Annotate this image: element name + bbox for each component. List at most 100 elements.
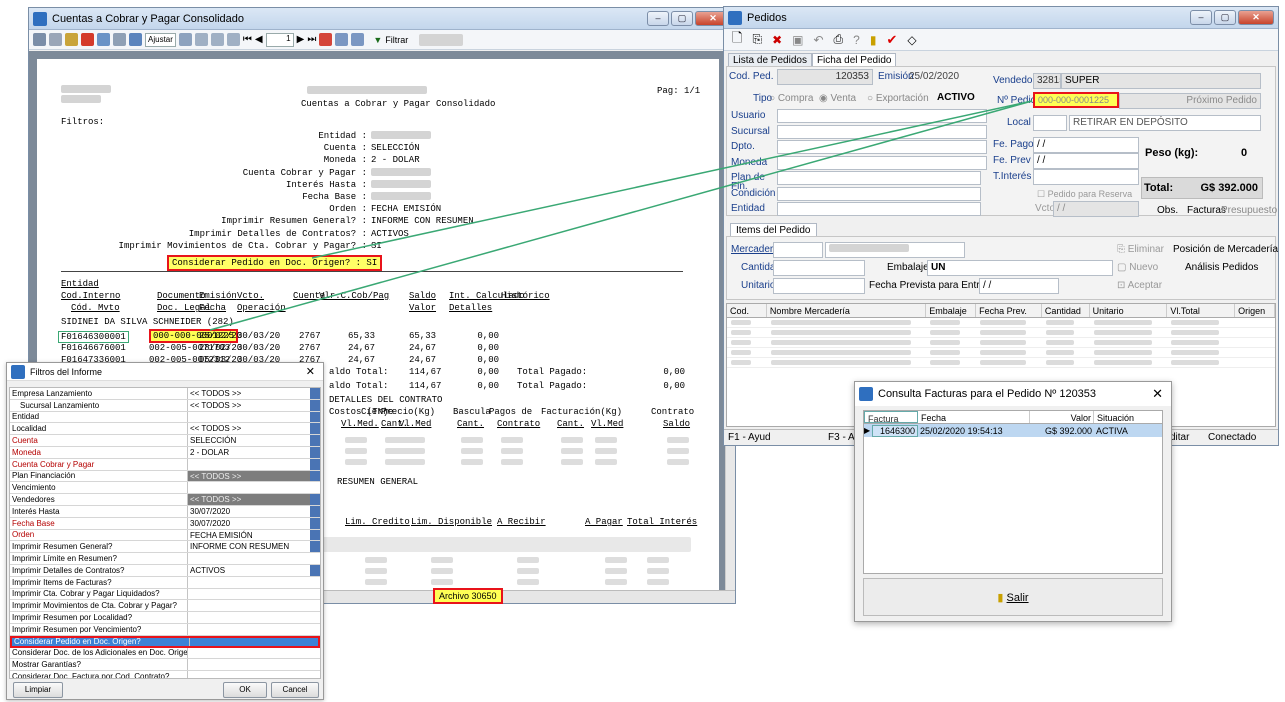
filter-row[interactable]: Mostrar Garantías? [10, 659, 320, 672]
grid-row[interactable] [727, 328, 1275, 338]
nro-pedido-field[interactable]: 000-000-0001225 [1033, 92, 1119, 108]
nuevo-button[interactable]: ▢ Nuevo [1117, 262, 1158, 273]
print-icon[interactable] [33, 33, 46, 46]
salir-button[interactable]: ▮ Salir [863, 578, 1163, 616]
pedido-left-field[interactable] [777, 109, 987, 123]
delete-icon[interactable]: ✖ [772, 33, 782, 47]
dropdown-arrow-icon[interactable] [310, 564, 320, 576]
new-icon[interactable]: 🗋 [732, 29, 742, 51]
first-page-icon[interactable]: ⏮ [243, 34, 252, 45]
filter-row[interactable]: Considerar Pedido en Doc. Origen? [10, 635, 320, 648]
dropdown-arrow-icon[interactable] [310, 423, 320, 435]
last-page-icon[interactable]: ⏭ [307, 34, 316, 45]
filter-row[interactable]: Orden FECHA EMISIÓN [10, 529, 320, 542]
dropdown-arrow-icon[interactable] [310, 411, 320, 423]
filter-row[interactable]: Entidad [10, 411, 320, 424]
stop-icon[interactable] [319, 33, 333, 46]
grid-row[interactable] [727, 318, 1275, 328]
minimize-button[interactable]: – [647, 11, 669, 26]
multi-pages-icon[interactable] [226, 33, 240, 46]
email-icon[interactable] [97, 33, 110, 46]
aceptar-button[interactable]: ⊡ Aceptar [1117, 280, 1162, 291]
two-pages-icon[interactable] [210, 33, 224, 46]
close-button[interactable]: ✕ [1238, 10, 1274, 25]
check-icon[interactable]: ✔ [886, 32, 897, 48]
dropdown-arrow-icon[interactable] [310, 399, 320, 411]
filter-row[interactable]: Imprimir Movimientos de Cta. Cobrar y Pa… [10, 600, 320, 613]
next-page-icon[interactable]: ▶ [297, 34, 305, 45]
dropdown-arrow-icon[interactable] [310, 505, 320, 517]
page-input[interactable]: 1 [265, 32, 294, 47]
dropdown-arrow-icon[interactable] [310, 458, 320, 470]
filter-row[interactable]: Interés Hasta 30/07/2020 [10, 505, 320, 518]
cod-ped-field[interactable]: 120353 [777, 69, 873, 85]
pedido-left-field[interactable] [777, 155, 987, 170]
tinteres-field[interactable] [1033, 169, 1139, 185]
pedido-left-field[interactable] [777, 186, 981, 201]
radio-compra[interactable]: ○ Compra [769, 93, 813, 104]
filter-row[interactable]: Localidad << TODOS >> [10, 423, 320, 436]
export-icon[interactable] [65, 33, 78, 46]
minimize-button[interactable]: – [1190, 10, 1212, 25]
zoom-out-icon[interactable] [178, 33, 192, 46]
maximize-button[interactable]: ▢ [671, 11, 693, 26]
pedido-left-field[interactable] [777, 140, 987, 154]
copy-icon[interactable] [335, 33, 349, 46]
presupuesto-label[interactable]: Presupuesto [1221, 205, 1277, 216]
obs-label[interactable]: Obs. [1157, 205, 1178, 216]
pedido-left-field[interactable] [777, 202, 981, 216]
posicion-mercaderia-link[interactable]: Posición de Mercadería [1173, 244, 1278, 255]
reserva-checkbox[interactable]: ☐ Pedido para Reserva [1037, 189, 1132, 200]
mercaderia-code[interactable] [773, 242, 823, 258]
ok-button[interactable]: OK [223, 682, 267, 698]
filter-row[interactable]: Imprimir Resumen por Vencimiento? [10, 623, 320, 636]
grid-row[interactable] [727, 348, 1275, 358]
zoom-select[interactable]: Ajustar [145, 32, 176, 47]
exit-icon[interactable]: ▮ [870, 33, 877, 47]
vcto-field[interactable]: / / [1053, 201, 1139, 217]
mercaderia-name[interactable] [825, 242, 965, 258]
maximize-button[interactable]: ▢ [1214, 10, 1236, 25]
copy-icon[interactable]: ⎘ [752, 32, 762, 47]
filter-row[interactable]: Cuenta SELECCIÓN [10, 435, 320, 447]
filter-row[interactable]: Empresa Lanzamiento << TODOS >> [10, 388, 320, 400]
filter-row[interactable]: Cuenta Cobrar y Pagar [10, 458, 320, 471]
fe-prev-field[interactable]: / / [1033, 153, 1139, 169]
dropdown-arrow-icon[interactable] [310, 541, 320, 553]
vendedor-code[interactable]: 32815 [1033, 73, 1061, 89]
tab-ficha[interactable]: Ficha del Pedido [811, 53, 897, 67]
page-icon[interactable] [194, 33, 208, 46]
eliminar-button[interactable]: ⎘ Eliminar [1117, 244, 1164, 255]
dropdown-arrow-icon[interactable] [310, 388, 320, 399]
factura-row[interactable]: ▶ 1646300 25/02/2020 19:54:13 G$ 392.000… [864, 424, 1162, 437]
dropdown-arrow-icon[interactable] [310, 494, 320, 505]
dropdown-arrow-icon[interactable] [310, 435, 320, 446]
dropdown-arrow-icon[interactable] [310, 517, 320, 529]
close-icon[interactable]: ✕ [306, 365, 319, 378]
eraser-icon[interactable]: ◇ [907, 33, 916, 47]
embalaje-field[interactable]: UN [927, 260, 1113, 276]
cantidad-field[interactable] [773, 260, 865, 276]
vendedor-name[interactable]: SUPER [1061, 73, 1261, 89]
filter-row[interactable]: Plan Financiación << TODOS >> [10, 470, 320, 483]
filter-row[interactable]: Sucursal Lanzamiento << TODOS >> [10, 399, 320, 412]
dropdown-arrow-icon[interactable] [310, 470, 320, 482]
zoom-icon[interactable] [129, 33, 142, 46]
filter-row[interactable]: Fecha Base 30/07/2020 [10, 517, 320, 530]
cancel-button[interactable]: Cancel [271, 682, 319, 698]
tab-lista[interactable]: Lista de Pedidos [728, 53, 812, 67]
dropdown-arrow-icon[interactable] [310, 529, 320, 541]
close-icon[interactable]: ✕ [1152, 386, 1167, 402]
fe-pago-field[interactable]: / / [1033, 137, 1139, 153]
filter-row[interactable]: Imprimir Resumen General? INFORME CON RES… [10, 541, 320, 554]
proximo-pedido-button[interactable]: Próximo Pedido [1119, 93, 1261, 109]
grid-row[interactable] [727, 338, 1275, 348]
filter-row[interactable]: Vendedores << TODOS >> [10, 494, 320, 506]
fecha-entrega-field[interactable]: / / [979, 278, 1059, 294]
analisis-pedidos-link[interactable]: Análisis Pedidos [1185, 262, 1258, 273]
dropdown-arrow-icon[interactable] [310, 446, 320, 458]
filter-row[interactable]: Imprimir Detalles de Contratos? ACTIVOS [10, 564, 320, 577]
filter-row[interactable]: Vencimiento [10, 482, 320, 495]
filter-row[interactable]: Considerar Doc. Factura por Cod. Contrat… [10, 671, 320, 678]
radio-venta[interactable]: ◉ Venta [819, 93, 856, 104]
